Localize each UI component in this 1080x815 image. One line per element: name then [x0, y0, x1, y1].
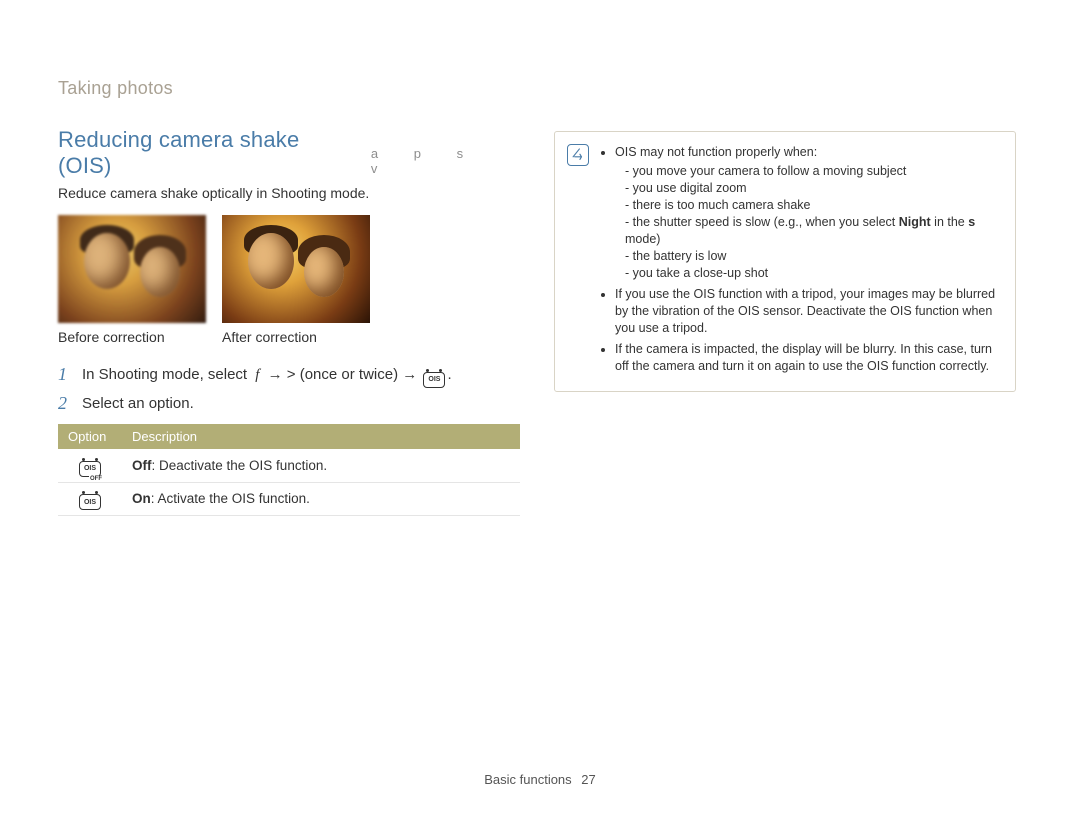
footer-section: Basic functions: [484, 772, 571, 787]
ois-on-icon: OIS: [79, 494, 101, 510]
ois-icon: OIS: [423, 372, 445, 388]
breadcrumb: Taking photos: [58, 78, 1022, 99]
step-2: 2 Select an option.: [58, 394, 520, 414]
note-box: OIS may not function properly when: you …: [554, 131, 1016, 392]
page-footer: Basic functions 27: [0, 772, 1080, 787]
opt-on-desc: : Activate the OIS function.: [151, 491, 310, 506]
note-bullet: If the camera is impacted, the display w…: [615, 341, 999, 375]
note-reason: the shutter speed is slow (e.g., when yo…: [625, 214, 999, 248]
opt-off-desc: : Deactivate the OIS function.: [152, 458, 328, 473]
step1-text-c: → > (once or twice) →: [268, 366, 418, 383]
table-row: OIS On: Activate the OIS function.: [58, 482, 520, 516]
footer-page-number: 27: [581, 772, 595, 787]
ois-off-icon: OISOFF: [79, 461, 101, 477]
note-lead: OIS may not function properly when:: [615, 145, 817, 159]
note-reason: there is too much camera shake: [625, 197, 999, 214]
step-1: 1 In Shooting mode, select f → > (once o…: [58, 365, 520, 386]
note-reason: you move your camera to follow a moving …: [625, 163, 999, 180]
mode-indicator-letters: a p s v: [371, 146, 520, 176]
step2-text: Select an option.: [82, 394, 520, 414]
step1-text-a: In Shooting mode, select: [82, 366, 247, 383]
right-column: OIS may not function properly when: you …: [554, 127, 1016, 516]
step1-icon-placeholder: f: [255, 367, 259, 383]
step-number: 2: [58, 394, 72, 412]
comparison-images: [58, 215, 520, 323]
page-title: Reducing camera shake (OIS): [58, 127, 357, 179]
options-table: Option Description OISOFF Off: Deactivat…: [58, 424, 520, 516]
left-column: Reducing camera shake (OIS) a p s v Redu…: [58, 127, 520, 516]
note-reason: you use digital zoom: [625, 180, 999, 197]
note-reason: the battery is low: [625, 248, 999, 265]
image-after-correction: [222, 215, 370, 323]
note-icon: [567, 144, 589, 166]
caption-after: After correction: [222, 329, 370, 345]
opt-off-label: Off: [132, 458, 152, 473]
step1-text-d: .: [447, 366, 451, 383]
image-before-correction: [58, 215, 206, 323]
step-number: 1: [58, 365, 72, 383]
table-row: OISOFF Off: Deactivate the OIS function.: [58, 449, 520, 482]
note-bullet: If you use the OIS function with a tripo…: [615, 286, 999, 337]
th-description: Description: [122, 424, 520, 449]
note-reason: you take a close-up shot: [625, 265, 999, 282]
caption-before: Before correction: [58, 329, 206, 345]
opt-on-label: On: [132, 491, 151, 506]
intro-text: Reduce camera shake optically in Shootin…: [58, 185, 520, 201]
th-option: Option: [58, 424, 122, 449]
